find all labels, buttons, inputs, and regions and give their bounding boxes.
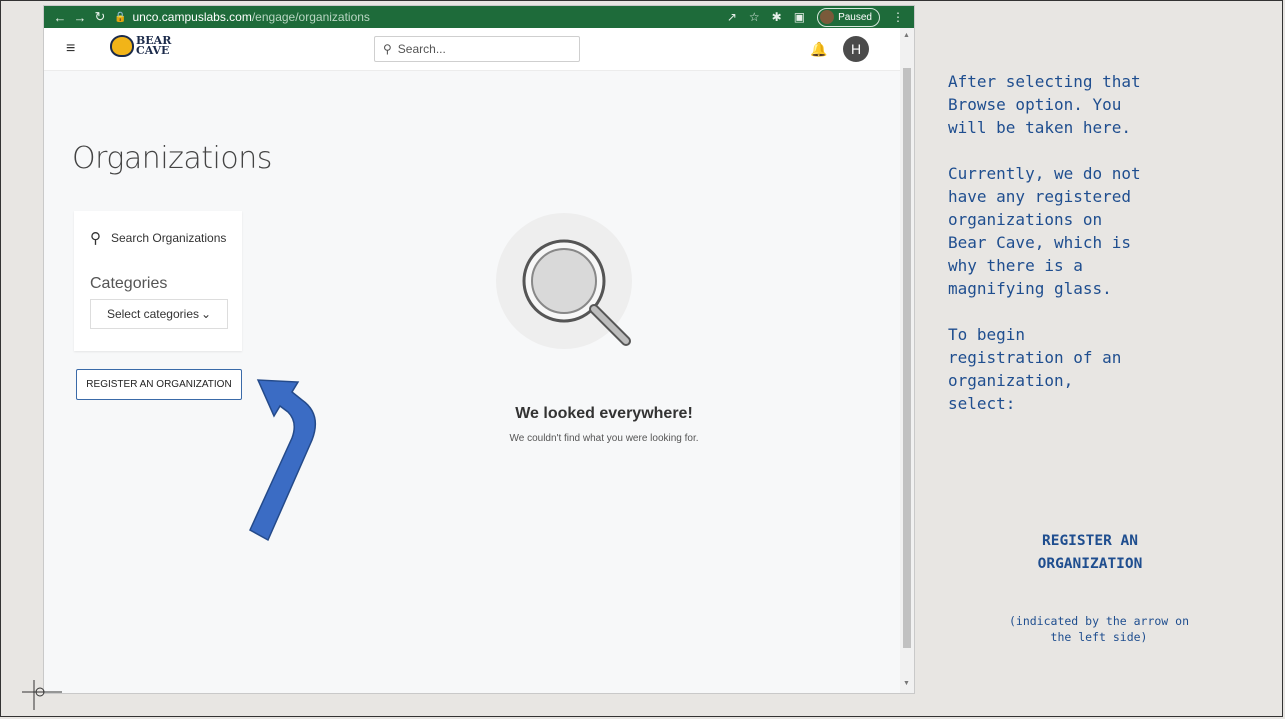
side-panel-icon[interactable]: ▣ xyxy=(794,10,805,24)
filter-panel: ⚲ Search Organizations Categories Select… xyxy=(74,211,242,351)
lock-icon: 🔒 xyxy=(114,11,127,23)
scroll-down-icon[interactable]: ▼ xyxy=(903,680,910,687)
extensions-icon[interactable]: ✱ xyxy=(772,10,782,24)
instructions-text: After selecting that Browse option. You … xyxy=(948,72,1141,413)
forward-icon[interactable]: → xyxy=(70,10,90,25)
logo-line2: CAVE xyxy=(136,44,170,57)
profile-avatar xyxy=(820,10,835,24)
url-path: /engage/organizations xyxy=(251,10,370,24)
address-bar[interactable]: 🔒 unco.campuslabs.com /engage/organizati… xyxy=(114,10,370,24)
annotation-arrow xyxy=(249,379,317,542)
back-icon[interactable]: ← xyxy=(50,10,70,25)
url-host: unco.campuslabs.com xyxy=(132,10,252,24)
bear-icon xyxy=(110,35,134,57)
more-menu-icon[interactable]: ⋮ xyxy=(892,10,904,24)
page-scrollbar[interactable]: ▲ ▼ xyxy=(900,28,914,693)
instructions-action: REGISTER AN ORGANIZATION xyxy=(1037,533,1143,572)
profile-status: Paused xyxy=(838,11,872,23)
bear-cave-logo[interactable]: BEAR CAVE xyxy=(110,35,171,57)
app-header: ≡ BEAR CAVE ⚲ Search... 🔔 H xyxy=(44,28,900,71)
main-content: Organizations ⚲ Search Organizations Cat… xyxy=(44,71,900,693)
page-title: Organizations xyxy=(72,141,272,176)
profile-button[interactable]: Paused xyxy=(817,7,880,27)
organization-search-placeholder: Search Organizations xyxy=(111,231,227,245)
search-icon: ⚲ xyxy=(90,230,101,247)
instructions-note: (indicated by the arrow on the left side… xyxy=(1008,614,1189,644)
categories-label: Categories xyxy=(90,275,168,292)
share-icon[interactable]: ↗ xyxy=(727,10,737,24)
empty-state-title: We looked everywhere! xyxy=(515,405,693,422)
user-avatar[interactable]: H xyxy=(843,36,869,62)
chevron-down-icon: ⌄ xyxy=(201,307,212,321)
register-organization-button[interactable]: REGISTER AN ORGANIZATION xyxy=(76,369,242,400)
organization-search-input[interactable]: ⚲ Search Organizations xyxy=(90,229,226,247)
bookmark-star-icon[interactable]: ☆ xyxy=(749,10,760,24)
categories-value: Select categories xyxy=(106,307,199,321)
scroll-up-icon[interactable]: ▲ xyxy=(903,32,910,39)
search-placeholder: Search... xyxy=(397,42,446,56)
global-search-input[interactable]: ⚲ Search... xyxy=(374,36,580,62)
reload-icon[interactable]: ↻ xyxy=(90,9,110,25)
browser-toolbar: ← → ↻ 🔒 unco.campuslabs.com /engage/orga… xyxy=(44,6,914,28)
empty-state-subtitle: We couldn't find what you were looking f… xyxy=(509,433,699,444)
crosshair-mark xyxy=(22,680,62,710)
scrollbar-thumb[interactable] xyxy=(903,68,911,648)
categories-dropdown[interactable]: Select categories ⌄ xyxy=(90,299,228,329)
magnifying-glass-illustration xyxy=(496,213,632,349)
browser-window: ← → ↻ 🔒 unco.campuslabs.com /engage/orga… xyxy=(44,6,914,693)
notification-bell-icon[interactable]: 🔔 xyxy=(810,41,827,58)
search-icon: ⚲ xyxy=(383,42,392,56)
menu-icon[interactable]: ≡ xyxy=(66,40,75,58)
